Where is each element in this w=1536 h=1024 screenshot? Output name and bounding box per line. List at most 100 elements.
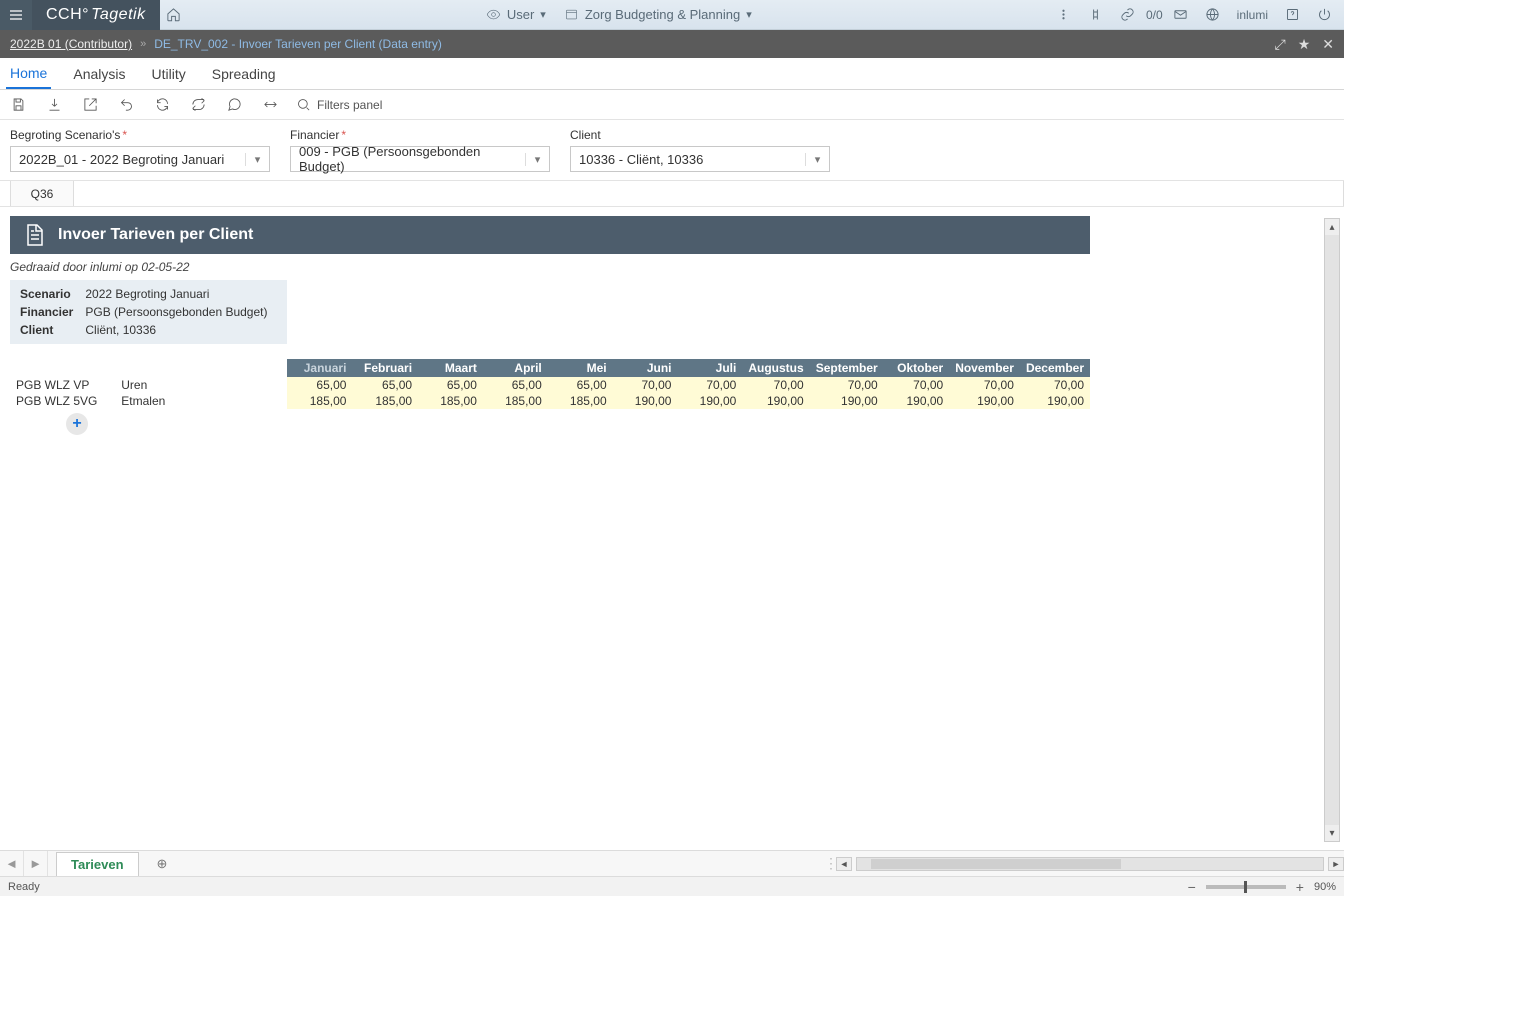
meta-client-key: Client <box>20 322 83 338</box>
chevron-down-icon[interactable]: ▾ <box>525 153 549 166</box>
formula-bar[interactable] <box>74 181 1344 206</box>
meta-client-val: Cliënt, 10336 <box>85 322 277 338</box>
link-icon[interactable] <box>1114 7 1142 22</box>
meta-scenario-key: Scenario <box>20 286 83 302</box>
client-label: Client <box>570 128 830 142</box>
data-cell[interactable]: 70,00 <box>1020 377 1090 393</box>
expand-icon[interactable]: ⤢ <box>1275 36 1286 53</box>
swap-icon[interactable] <box>260 95 280 115</box>
tab-nav-next[interactable]: ► <box>24 851 48 877</box>
data-cell[interactable]: 65,00 <box>548 377 613 393</box>
refresh-icon[interactable] <box>152 95 172 115</box>
export-icon[interactable] <box>80 95 100 115</box>
zoom-out-button[interactable]: − <box>1184 879 1200 895</box>
month-header: Juni <box>613 359 678 377</box>
data-cell[interactable]: 70,00 <box>884 377 949 393</box>
zoom-slider[interactable] <box>1206 885 1286 889</box>
add-row-button[interactable]: + <box>66 413 88 435</box>
table-row: PGB WLZ 5VGEtmalen185,00185,00185,00185,… <box>10 393 1090 409</box>
process-label: Zorg Budgeting & Planning <box>585 7 740 22</box>
metadata-box: Scenario2022 Begroting Januari Financier… <box>10 280 287 344</box>
cell-reference[interactable]: Q36 <box>10 181 74 206</box>
chevron-down-icon[interactable]: ▾ <box>245 153 269 166</box>
sheet-tab-tarieven[interactable]: Tarieven <box>56 852 139 876</box>
data-cell[interactable]: 190,00 <box>677 393 742 409</box>
breadcrumb-2[interactable]: DE_TRV_002 - Invoer Tarieven per Client … <box>154 37 442 51</box>
table-row: PGB WLZ VPUren65,0065,0065,0065,0065,007… <box>10 377 1090 393</box>
row-label: PGB WLZ VP <box>10 377 115 393</box>
data-cell[interactable]: 185,00 <box>483 393 548 409</box>
tab-utility[interactable]: Utility <box>148 60 190 88</box>
sheet-title-bar: Invoer Tarieven per Client <box>10 216 1090 254</box>
chevron-down-icon[interactable]: ▾ <box>805 153 829 166</box>
process-menu[interactable]: Zorg Budgeting & Planning ▾ <box>558 7 758 22</box>
context-bar: 2022B 01 (Contributor) » DE_TRV_002 - In… <box>0 30 1344 58</box>
menu-tabs: Home Analysis Utility Spreading <box>0 58 1344 90</box>
user-menu[interactable]: User ▾ <box>480 7 552 22</box>
horizontal-scrollbar[interactable] <box>856 857 1324 871</box>
info-icon[interactable] <box>1050 7 1078 22</box>
tab-spreading[interactable]: Spreading <box>208 60 280 88</box>
tab-home[interactable]: Home <box>6 59 51 89</box>
month-header: Januari <box>287 359 352 377</box>
data-cell[interactable]: 190,00 <box>810 393 884 409</box>
data-cell[interactable]: 65,00 <box>352 377 418 393</box>
comment-icon[interactable] <box>224 95 244 115</box>
month-header: September <box>810 359 884 377</box>
data-cell[interactable]: 70,00 <box>810 377 884 393</box>
menu-button[interactable] <box>0 0 32 30</box>
power-icon[interactable] <box>1310 7 1338 22</box>
data-cell[interactable]: 70,00 <box>677 377 742 393</box>
row-unit: Uren <box>115 377 287 393</box>
document-icon <box>22 223 46 247</box>
data-cell[interactable]: 65,00 <box>418 377 483 393</box>
data-cell[interactable]: 190,00 <box>613 393 678 409</box>
undo-icon[interactable] <box>116 95 136 115</box>
zoom-in-button[interactable]: + <box>1292 879 1308 895</box>
sync-icon[interactable] <box>188 95 208 115</box>
scroll-down-icon[interactable]: ▾ <box>1325 825 1339 841</box>
help-icon[interactable] <box>1278 7 1306 22</box>
status-bar: Ready − + 90% <box>0 876 1344 896</box>
data-cell[interactable]: 185,00 <box>418 393 483 409</box>
username[interactable]: inlumi <box>1231 8 1274 22</box>
save-icon[interactable] <box>8 95 28 115</box>
data-cell[interactable]: 185,00 <box>548 393 613 409</box>
tab-nav-prev[interactable]: ◄ <box>0 851 24 877</box>
data-cell[interactable]: 70,00 <box>613 377 678 393</box>
data-cell[interactable]: 190,00 <box>742 393 809 409</box>
download-icon[interactable] <box>44 95 64 115</box>
data-cell[interactable]: 65,00 <box>483 377 548 393</box>
add-sheet-button[interactable]: ⊕ <box>157 856 168 872</box>
home-icon[interactable] <box>160 7 188 22</box>
data-cell[interactable]: 70,00 <box>742 377 809 393</box>
tab-analysis[interactable]: Analysis <box>69 60 129 88</box>
financier-select[interactable]: 009 - PGB (Persoonsgebonden Budget) ▾ <box>290 146 550 172</box>
data-cell[interactable]: 65,00 <box>287 377 352 393</box>
scroll-up-icon[interactable]: ▴ <box>1325 219 1339 235</box>
star-icon[interactable]: ★ <box>1298 36 1311 53</box>
meta-financier-key: Financier <box>20 304 83 320</box>
data-cell[interactable]: 190,00 <box>884 393 949 409</box>
scenario-value: 2022B_01 - 2022 Begroting Januari <box>11 152 245 167</box>
user-menu-label: User <box>507 7 534 22</box>
client-select[interactable]: 10336 - Cliënt, 10336 ▾ <box>570 146 830 172</box>
scenario-select[interactable]: 2022B_01 - 2022 Begroting Januari ▾ <box>10 146 270 172</box>
data-cell[interactable]: 190,00 <box>1020 393 1090 409</box>
hscroll-left[interactable]: ◄ <box>836 857 852 871</box>
settings-icon[interactable] <box>1082 7 1110 22</box>
mail-icon[interactable] <box>1167 7 1195 22</box>
row-unit: Etmalen <box>115 393 287 409</box>
breadcrumb-1[interactable]: 2022B 01 (Contributor) <box>10 37 132 51</box>
data-cell[interactable]: 70,00 <box>949 377 1020 393</box>
hscroll-right[interactable]: ► <box>1328 857 1344 871</box>
vertical-scrollbar[interactable]: ▴ ▾ <box>1324 218 1340 842</box>
data-cell[interactable]: 185,00 <box>352 393 418 409</box>
splitter-grip[interactable]: ⋮ <box>824 855 832 872</box>
data-cell[interactable]: 190,00 <box>949 393 1020 409</box>
close-icon[interactable]: ✕ <box>1322 36 1334 53</box>
month-header: Juli <box>677 359 742 377</box>
data-cell[interactable]: 185,00 <box>287 393 352 409</box>
filters-panel-button[interactable]: Filters panel <box>296 97 382 112</box>
globe-icon[interactable] <box>1199 7 1227 22</box>
